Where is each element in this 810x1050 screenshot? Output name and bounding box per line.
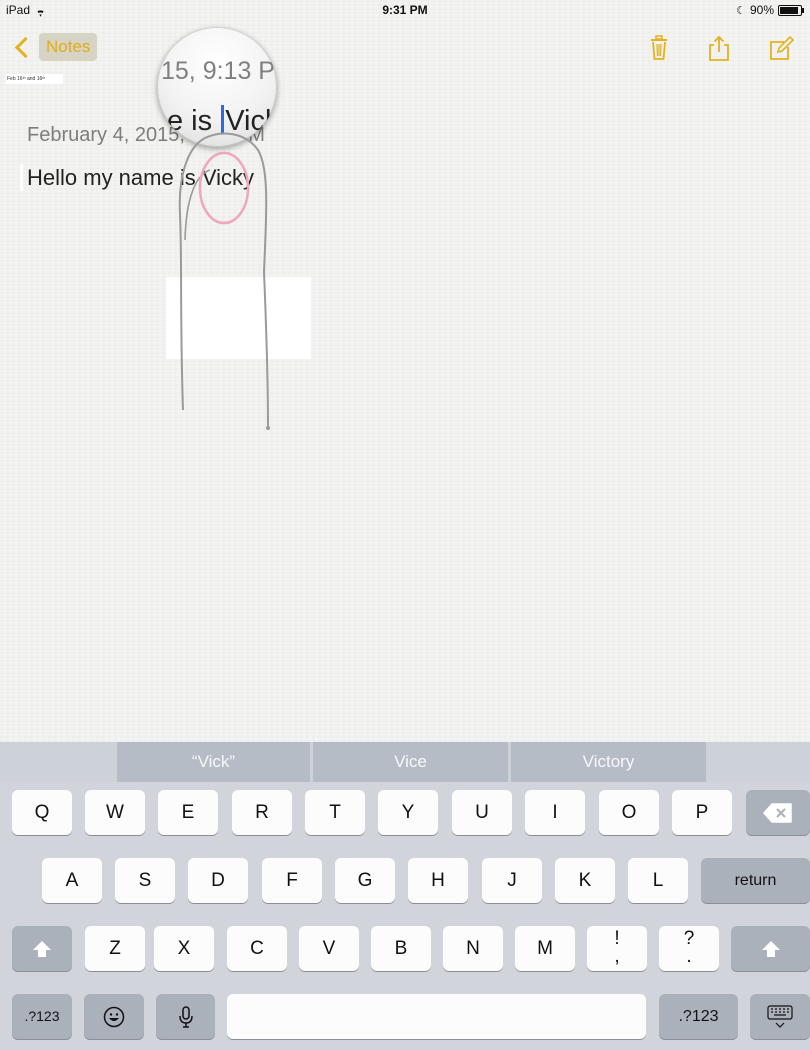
do-not-disturb-icon: ☾	[736, 4, 746, 17]
share-icon[interactable]	[706, 35, 732, 61]
dictation-key[interactable]	[156, 994, 215, 1039]
key-n[interactable]: N	[443, 926, 503, 971]
text-marker	[20, 164, 23, 191]
loupe-line-2: e is Vick	[167, 105, 277, 138]
shift-key-right[interactable]	[731, 926, 810, 971]
key-g[interactable]: G	[335, 858, 395, 903]
key-z[interactable]: Z	[85, 926, 145, 971]
status-time: 9:31 PM	[382, 3, 428, 17]
loupe-text-left: e is	[167, 105, 221, 137]
white-overlay-rect	[166, 277, 311, 359]
hide-keyboard-key[interactable]	[750, 994, 810, 1039]
text-cursor	[221, 105, 225, 134]
note-body[interactable]: Hello my name is Vicky	[27, 165, 254, 191]
key-f[interactable]: F	[262, 858, 322, 903]
compose-icon[interactable]	[768, 35, 795, 61]
trash-icon[interactable]	[646, 35, 672, 61]
shift-icon	[761, 940, 780, 957]
numbers-key-left[interactable]: .?123	[12, 994, 72, 1039]
prediction-2[interactable]: Vice	[313, 742, 508, 782]
loupe-line-1: 15, 9:13 PI	[161, 57, 277, 85]
shift-key-left[interactable]	[12, 926, 72, 971]
battery-percent: 90%	[749, 3, 774, 17]
key-punct2-bottom: .	[686, 946, 692, 967]
key-exclamation-comma[interactable]: ! ,	[587, 926, 647, 971]
key-p[interactable]: P	[672, 790, 732, 835]
back-to-notes-button[interactable]: Notes	[14, 33, 98, 61]
note-paper[interactable]	[0, 0, 810, 742]
key-b[interactable]: B	[371, 926, 431, 971]
key-y[interactable]: Y	[378, 790, 438, 835]
return-key[interactable]: return	[701, 858, 810, 903]
key-o[interactable]: O	[599, 790, 659, 835]
key-v[interactable]: V	[299, 926, 359, 971]
status-right: ☾ 90%	[736, 3, 804, 17]
microphone-icon	[178, 1006, 193, 1028]
space-bar[interactable]	[227, 994, 646, 1039]
key-l[interactable]: L	[628, 858, 688, 903]
numbers-key-right[interactable]: .?123	[659, 994, 738, 1039]
shift-icon	[33, 940, 51, 957]
battery-icon	[778, 4, 804, 16]
emoji-key[interactable]	[84, 994, 144, 1039]
key-e[interactable]: E	[158, 790, 218, 835]
emoji-icon	[103, 1006, 125, 1028]
key-punct1-bottom: ,	[614, 946, 620, 967]
key-q[interactable]: Q	[12, 790, 72, 835]
key-m[interactable]: M	[515, 926, 575, 971]
key-i[interactable]: I	[525, 790, 585, 835]
key-a[interactable]: A	[42, 858, 102, 903]
key-c[interactable]: C	[227, 926, 287, 971]
key-s[interactable]: S	[115, 858, 175, 903]
key-h[interactable]: H	[408, 858, 468, 903]
magnifier-loupe: 15, 9:13 PI e is Vick	[157, 27, 277, 147]
hide-keyboard-icon	[767, 1005, 793, 1028]
key-t[interactable]: T	[305, 790, 365, 835]
back-label: Notes	[39, 33, 98, 61]
key-x[interactable]: X	[154, 926, 214, 971]
prediction-1[interactable]: “Vick”	[117, 742, 310, 782]
key-r[interactable]: R	[232, 790, 292, 835]
key-question-period[interactable]: ? .	[659, 926, 719, 971]
key-u[interactable]: U	[452, 790, 512, 835]
loupe-text-right: Vick	[225, 105, 277, 137]
key-k[interactable]: K	[555, 858, 615, 903]
tiny-note-label: Feb 16ᵗʰ and 16ᵗʰ	[6, 74, 63, 84]
status-bar: iPad 9:31 PM ☾ 90%	[0, 0, 810, 20]
backspace-icon	[763, 803, 792, 823]
chevron-left-icon	[14, 36, 37, 58]
prediction-3[interactable]: Victory	[511, 742, 706, 782]
delete-key[interactable]	[746, 790, 810, 835]
keyboard: “Vick” Vice Victory Q W E R T Y U I O P …	[0, 742, 810, 1050]
key-w[interactable]: W	[85, 790, 145, 835]
predictive-bar: “Vick” Vice Victory	[0, 742, 810, 782]
key-j[interactable]: J	[482, 858, 542, 903]
key-d[interactable]: D	[188, 858, 248, 903]
